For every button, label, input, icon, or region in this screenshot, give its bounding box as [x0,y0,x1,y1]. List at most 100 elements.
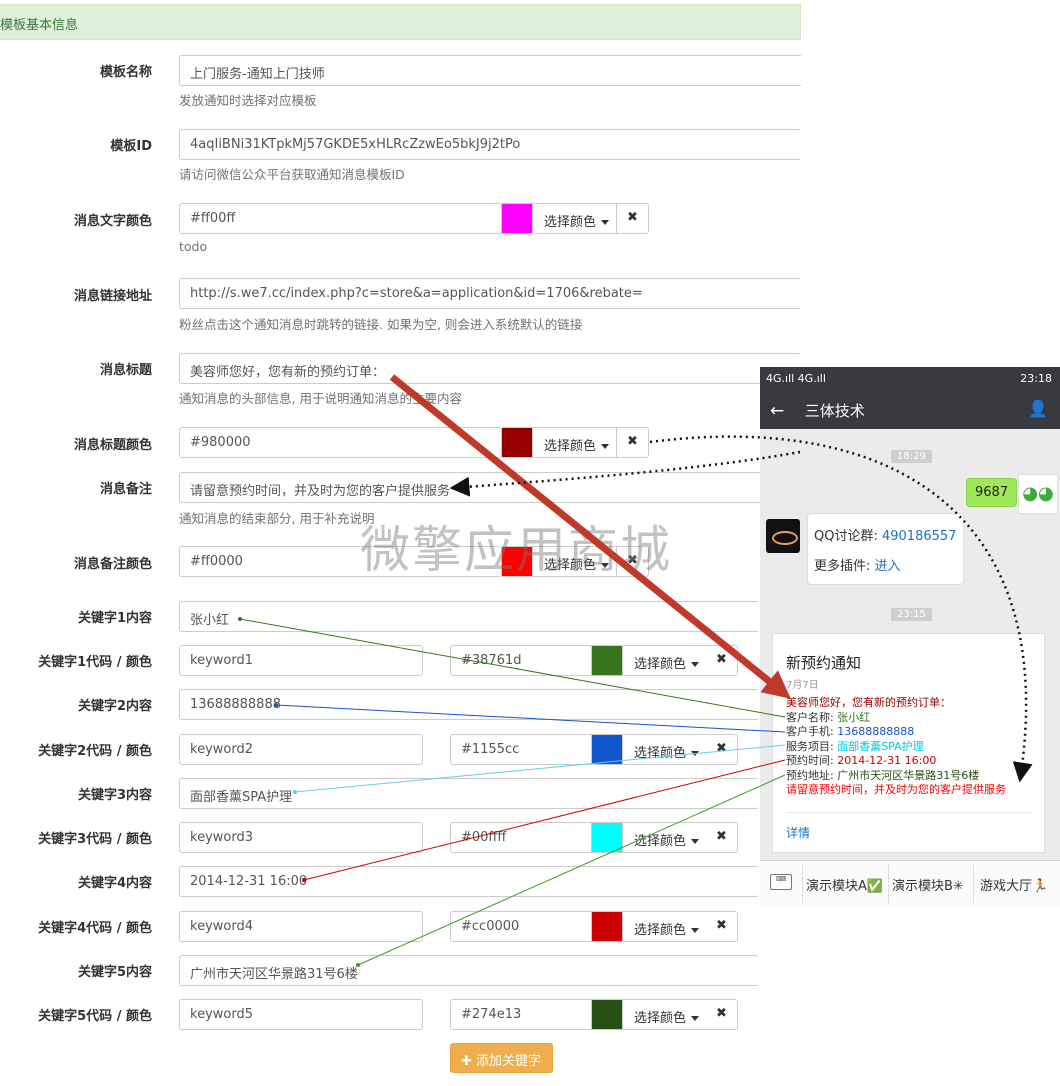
keyword-code-input[interactable]: keyword4 [179,911,423,942]
chat-title: 三体技术 [804,402,865,420]
pick-color-label: 选择颜色 [544,215,597,230]
msg-title-help: 通知消息的头部信息, 用于说明通知消息的主要内容 [179,391,462,406]
keyword-color-clear-button[interactable]: ✖ [706,822,738,853]
timestamp: 23:15 [891,608,932,621]
keyword-code-label: 关键字2代码 / 颜色 [38,744,152,759]
bot-line2-label: 更多插件: [814,559,875,574]
phone-preview: 4G.ıll 4G.ıll 23:18 ← 三体技术 👤 18:29 9687 ◕… [760,367,1060,907]
add-keyword-button[interactable]: ✚ 添加关键字 [450,1043,553,1073]
remark-input[interactable]: 请留意预约时间，并及时为您的客户提供服务 [179,472,801,503]
template-id-help: 请访问微信公众平台获取通知消息模板ID [179,167,405,182]
bot-message-bubble: QQ讨论群: 490186557 更多插件: 进入 [807,513,964,585]
divider [802,865,803,903]
keyword-code-input[interactable]: keyword3 [179,822,423,853]
title-color-pick-button[interactable]: 选择颜色 [532,427,617,458]
keyword-color-clear-button[interactable]: ✖ [706,911,738,942]
keyword-color-input[interactable]: #274e13 [450,999,592,1030]
template-name-input[interactable]: 上门服务-通知上门技师 [179,55,801,86]
keyword-color-input[interactable]: #38761d [450,645,592,676]
caret-down-icon [601,444,610,449]
keyword-content-input[interactable]: 2014-12-31 16:00 [179,866,759,897]
signal-indicator: 4G.ıll 4G.ıll [766,372,826,385]
keyword-color-input[interactable]: #00ffff [450,822,592,853]
msg-title-input[interactable]: 美容师您好，您有新的预约订单： [179,353,801,384]
plus-icon: ✚ [461,1054,477,1069]
chat-titlebar: ← 三体技术 👤 [760,391,1060,429]
keyword-color-clear-button[interactable]: ✖ [706,999,738,1030]
keyword-color-clear-button[interactable]: ✖ [706,734,738,765]
watermark: 微擎应用商城 [360,521,672,579]
keyword-color-input[interactable]: #1155cc [450,734,592,765]
keyword-color-swatch[interactable] [592,645,622,676]
title-color-swatch[interactable] [502,427,532,458]
caret-down-icon [691,928,700,933]
card-k4-label: 预约时间: [786,754,838,767]
card-date: 7月7日 [786,680,819,691]
keyword-color-pick-button[interactable]: 选择颜色 [622,734,707,765]
title-color-clear-button[interactable]: ✖ [617,427,649,458]
template-id-label: 模板ID [110,139,152,154]
keyword-color-input[interactable]: #cc0000 [450,911,592,942]
keyboard-icon[interactable]: ⌨ [770,874,792,890]
card-k5-label: 预约地址: [786,768,838,782]
template-name-label: 模板名称 [99,65,152,80]
card-k2-label: 客户手机: [786,725,838,738]
text-color-input[interactable]: #ff00ff [179,203,502,234]
menu-item-games[interactable]: 游戏大厅🏃 [980,875,1048,894]
card-detail-link[interactable]: 详情 [786,824,810,841]
link-label: 消息链接地址 [73,289,152,304]
keyword-color-clear-button[interactable]: ✖ [706,645,738,676]
keyword-color-pick-button[interactable]: 选择颜色 [622,911,707,942]
user-profile-icon[interactable]: 👤 [1028,399,1048,418]
template-message-card[interactable]: 新预约通知 7月7日 美容师您好，您有新的预约订单： 客户名称: 张小红 客户手… [772,633,1045,853]
menu-item-a[interactable]: 演示模块A✅ [806,875,883,894]
pick-color-label: 选择颜色 [634,746,687,761]
keyword-code-input[interactable]: keyword5 [179,999,423,1030]
keyword-color-swatch[interactable] [592,822,622,853]
card-k2-value: 13688888888 [837,725,915,738]
keyword-color-swatch[interactable] [592,911,622,942]
keyword-code-input[interactable]: keyword2 [179,734,423,765]
keyword-color-pick-button[interactable]: 选择颜色 [622,645,707,676]
my-message-bubble: 9687 [966,478,1018,507]
link-input[interactable]: http://s.we7.cc/index.php?c=store&a=appl… [179,278,801,309]
keyword-content-input[interactable]: 13688888888 [179,689,759,720]
card-remark: 请留意预约时间，并及时为您的客户提供服务 [786,783,1006,796]
caret-down-icon [691,662,700,667]
qq-group-link[interactable]: 490186557 [882,529,956,544]
card-k5-value: 广州市天河区华景路31号6楼 [837,768,980,782]
keyword-content-label: 关键字4内容 [77,876,152,891]
keyword-content-input[interactable]: 广州市天河区华景路31号6楼 [179,955,759,986]
keyword-color-swatch[interactable] [592,734,622,765]
keyword-code-label: 关键字5代码 / 颜色 [38,1009,152,1024]
keyword-content-label: 关键字2内容 [77,699,152,714]
status-bar: 4G.ıll 4G.ıll 23:18 [760,367,1060,391]
wechat-menu-bar: ⌨ 演示模块A✅ 演示模块B✳ 游戏大厅🏃 [760,860,1060,907]
keyword-content-input[interactable]: 张小红 [179,601,759,632]
card-k1-value: 张小红 [837,710,871,724]
divider [888,865,889,903]
page: 模板基本信息 模板名称 上门服务-通知上门技师 发放通知时选择对应模板 模板ID… [0,0,1060,1086]
keyword-color-pick-button[interactable]: 选择颜色 [622,822,707,853]
keyword-code-input[interactable]: keyword1 [179,645,423,676]
panel-heading: 模板基本信息 [0,4,801,40]
remark-color-label: 消息备注颜色 [73,557,152,572]
text-color-pick-button[interactable]: 选择颜色 [532,203,617,234]
remark-help: 通知消息的结束部分, 用于补充说明 [179,511,375,526]
title-color-input[interactable]: #980000 [179,427,502,458]
card-k1-label: 客户名称: [786,710,838,724]
template-id-input[interactable]: 4aqIiBNi31KTpkMj57GKDE5xHLRcZzwEo5bkJ9j2… [179,129,801,160]
bot-avatar [766,519,800,553]
keyword-color-pick-button[interactable]: 选择颜色 [622,999,707,1030]
text-color-swatch[interactable] [502,203,532,234]
keyword-color-swatch[interactable] [592,999,622,1030]
keyword-content-input[interactable]: 面部香薰SPA护理 [179,778,759,809]
more-plugins-link[interactable]: 进入 [875,559,901,574]
back-arrow-icon[interactable]: ← [770,401,800,421]
text-color-clear-button[interactable]: ✖ [617,203,649,234]
keyword-content-label: 关键字3内容 [77,788,152,803]
keyword-code-label: 关键字1代码 / 颜色 [38,655,152,670]
menu-item-b[interactable]: 演示模块B✳ [892,875,964,894]
wechat-avatar-icon: ◕◕ [1018,474,1058,514]
card-title: 新预约通知 [786,654,862,672]
